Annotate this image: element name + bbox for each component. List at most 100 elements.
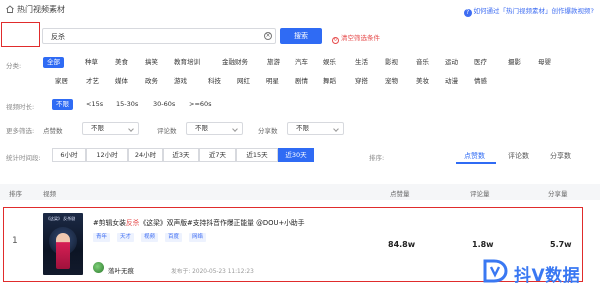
time-range-option-5[interactable]: 近15天 [236,148,278,162]
comments-filter-select[interactable]: 不限 [186,122,243,135]
likes-filter-select[interactable]: 不限 [82,122,139,135]
thumbnail-figure [56,233,70,269]
chevron-down-icon [333,126,339,132]
category-option-2[interactable]: 美食 [111,57,132,68]
comments-filter-label: 评论数 [157,127,177,135]
category-option-9[interactable]: 舞蹈 [319,76,340,87]
search-highlight-box [1,22,40,47]
category-option-4[interactable]: 游戏 [170,76,191,87]
category-option-13[interactable]: 医疗 [470,57,491,68]
category-option-8[interactable]: 娱乐 [319,57,340,68]
dv-logo-icon [483,259,508,283]
duration-label: 视频时长: [6,103,35,111]
category-option-10[interactable]: 穿搭 [351,76,372,87]
shares-filter-label: 分享数 [258,127,278,135]
video-tag[interactable]: 百度 [165,233,183,242]
header-rank: 排序 [9,190,22,198]
category-option-0[interactable]: 家居 [51,76,72,87]
author-name[interactable]: 落叶无痕 [108,265,134,275]
help-link-text: 如何通过「热门视频素材」创作爆款视频? [473,7,594,15]
time-range-option-3[interactable]: 近3天 [163,148,199,162]
category-option-14[interactable]: 摄影 [504,57,525,68]
likes-filter-label: 点赞数 [43,127,63,135]
time-range-label: 统计时间段: [6,154,41,162]
likes-filter-value: 不限 [91,124,104,132]
more-filters-label: 更多筛选: [6,127,35,135]
duration-option-4[interactable]: >=60s [185,99,216,110]
category-option-0[interactable]: 全部 [43,57,64,68]
category-option-11[interactable]: 音乐 [412,57,433,68]
time-range-option-0[interactable]: 6小时 [52,148,86,162]
category-option-12[interactable]: 运动 [441,57,462,68]
category-option-15[interactable]: 母婴 [534,57,555,68]
search-input[interactable]: 反杀 × [42,28,276,44]
sort-active-indicator [456,162,496,164]
duration-option-2[interactable]: 15-30s [112,99,142,110]
header-likes[interactable]: 点赞量 [390,188,410,198]
page-title: 热门视频素材 [17,5,65,14]
category-label: 分类: [6,62,22,70]
header-comments[interactable]: 评论量 [470,188,490,198]
help-link[interactable]: ? 如何通过「热门视频素材」创作爆款视频? [463,5,594,17]
sort-tab-comments[interactable]: 评论数 [508,151,529,161]
comments-filter-value: 不限 [195,124,208,132]
video-title[interactable]: #剪辑女装反杀《这梁》双声版#支持抖音作爆正能量 @DOU+小助手 [93,217,305,227]
category-option-4[interactable]: 教育培训 [170,57,204,68]
home-icon[interactable] [6,5,14,13]
sort-tab-likes[interactable]: 点赞数 [464,151,485,161]
chevron-down-icon [232,126,238,132]
video-tag[interactable]: 网络 [189,233,207,242]
author-avatar[interactable] [93,262,104,273]
question-icon: ? [463,9,472,17]
category-option-13[interactable]: 动漫 [441,76,462,87]
title-bar: 热门视频素材 ? 如何通过「热门视频素材」创作爆款视频? [0,0,600,18]
category-option-10[interactable]: 影视 [381,57,402,68]
clear-filters-link[interactable]: ↻ 清空筛选条件 [332,32,380,44]
category-option-7[interactable]: 汽车 [291,57,312,68]
category-option-5[interactable]: 金融财务 [218,57,252,68]
category-option-6[interactable]: 旅游 [263,57,284,68]
duration-option-0[interactable]: 不限 [52,99,73,110]
search-button[interactable]: 搜索 [280,28,322,44]
video-tag[interactable]: 天才 [117,233,135,242]
category-option-9[interactable]: 生活 [351,57,372,68]
shares-filter-select[interactable]: 不限 [287,122,344,135]
watermark-text: 抖V数据 [514,266,581,286]
video-thumbnail[interactable]: 《这梁》 反杀剧 [43,213,83,275]
time-range-option-6[interactable]: 近30天 [278,148,314,162]
sort-label: 排序: [369,154,385,162]
video-title-keyword: 反杀 [125,219,140,227]
reset-icon: ↻ [332,37,339,44]
header-video: 视频 [43,190,56,198]
category-option-3[interactable]: 搞笑 [141,57,162,68]
category-option-5[interactable]: 科技 [204,76,225,87]
video-tag[interactable]: 视频 [141,233,159,242]
category-option-11[interactable]: 宠物 [381,76,402,87]
header-shares[interactable]: 分享量 [548,188,568,198]
clear-filters-text: 清空筛选条件 [341,34,380,42]
time-range-option-1[interactable]: 12小时 [86,148,128,162]
category-option-2[interactable]: 媒体 [111,76,132,87]
category-option-14[interactable]: 情感 [470,76,491,87]
chevron-down-icon [128,126,134,132]
comments-count: 1.8w [472,240,494,249]
clear-search-icon[interactable]: × [264,32,272,40]
time-range-option-4[interactable]: 近7天 [199,148,236,162]
search-input-value: 反杀 [51,33,65,41]
category-option-1[interactable]: 才艺 [82,76,103,87]
table-header: 排序 视频 点赞量 评论量 分享量 [0,184,600,200]
shares-filter-value: 不限 [296,124,309,132]
video-title-prefix: #剪辑女装 [93,219,126,227]
category-option-12[interactable]: 美妆 [412,76,433,87]
video-tag[interactable]: 青年 [93,233,111,242]
category-option-7[interactable]: 明星 [262,76,283,87]
category-option-8[interactable]: 剧情 [291,76,312,87]
category-option-6[interactable]: 网红 [233,76,254,87]
duration-option-1[interactable]: <15s [82,99,107,110]
time-range-option-2[interactable]: 24小时 [128,148,163,162]
likes-count: 84.8w [388,240,416,249]
category-option-3[interactable]: 政务 [141,76,162,87]
category-option-1[interactable]: 种草 [81,57,102,68]
duration-option-3[interactable]: 30-60s [149,99,179,110]
sort-tab-shares[interactable]: 分享数 [550,151,571,161]
